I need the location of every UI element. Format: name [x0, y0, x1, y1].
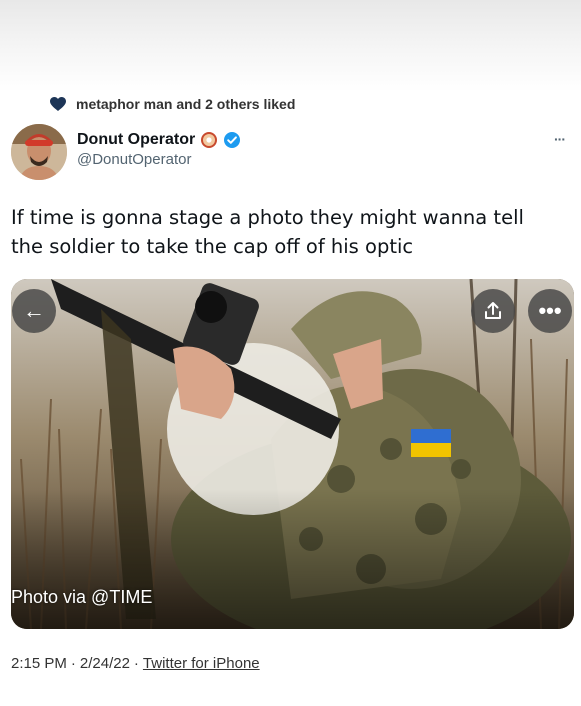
- photo-caption: Photo via @TIME: [11, 587, 153, 607]
- back-button[interactable]: ←: [12, 289, 56, 333]
- media-more-button[interactable]: •••: [528, 289, 572, 333]
- tweet-source-link[interactable]: Twitter for iPhone: [143, 655, 260, 672]
- tweet-meta: 2:15 PM · 2/24/22 · Twitter for iPhone: [11, 655, 260, 672]
- tweet-media[interactable]: ← ••• Photo via @TIME: [11, 279, 574, 629]
- tweet-text: If time is gonna stage a photo they migh…: [11, 206, 524, 258]
- author-handle[interactable]: @DonutOperator: [77, 151, 191, 168]
- author-name-row[interactable]: Donut Operator: [77, 131, 241, 149]
- share-icon: [485, 302, 501, 319]
- tweet-date[interactable]: 2/24/22: [80, 655, 130, 672]
- avatar[interactable]: [11, 124, 67, 180]
- heart-icon: [50, 96, 66, 111]
- tweet-time[interactable]: 2:15 PM: [11, 655, 67, 672]
- more-options-button[interactable]: ···: [554, 131, 566, 147]
- author-name[interactable]: Donut Operator: [77, 131, 195, 149]
- liked-text: metaphor man and 2 others liked: [76, 96, 296, 112]
- meta-separator: ·: [70, 655, 76, 672]
- meta-separator: ·: [133, 655, 139, 672]
- share-button[interactable]: [471, 289, 515, 333]
- liked-context[interactable]: metaphor man and 2 others liked: [50, 94, 295, 114]
- verified-badge-icon: [224, 132, 241, 148]
- top-background: [0, 0, 581, 92]
- donut-icon: [201, 132, 218, 148]
- avatar-image: [11, 124, 67, 180]
